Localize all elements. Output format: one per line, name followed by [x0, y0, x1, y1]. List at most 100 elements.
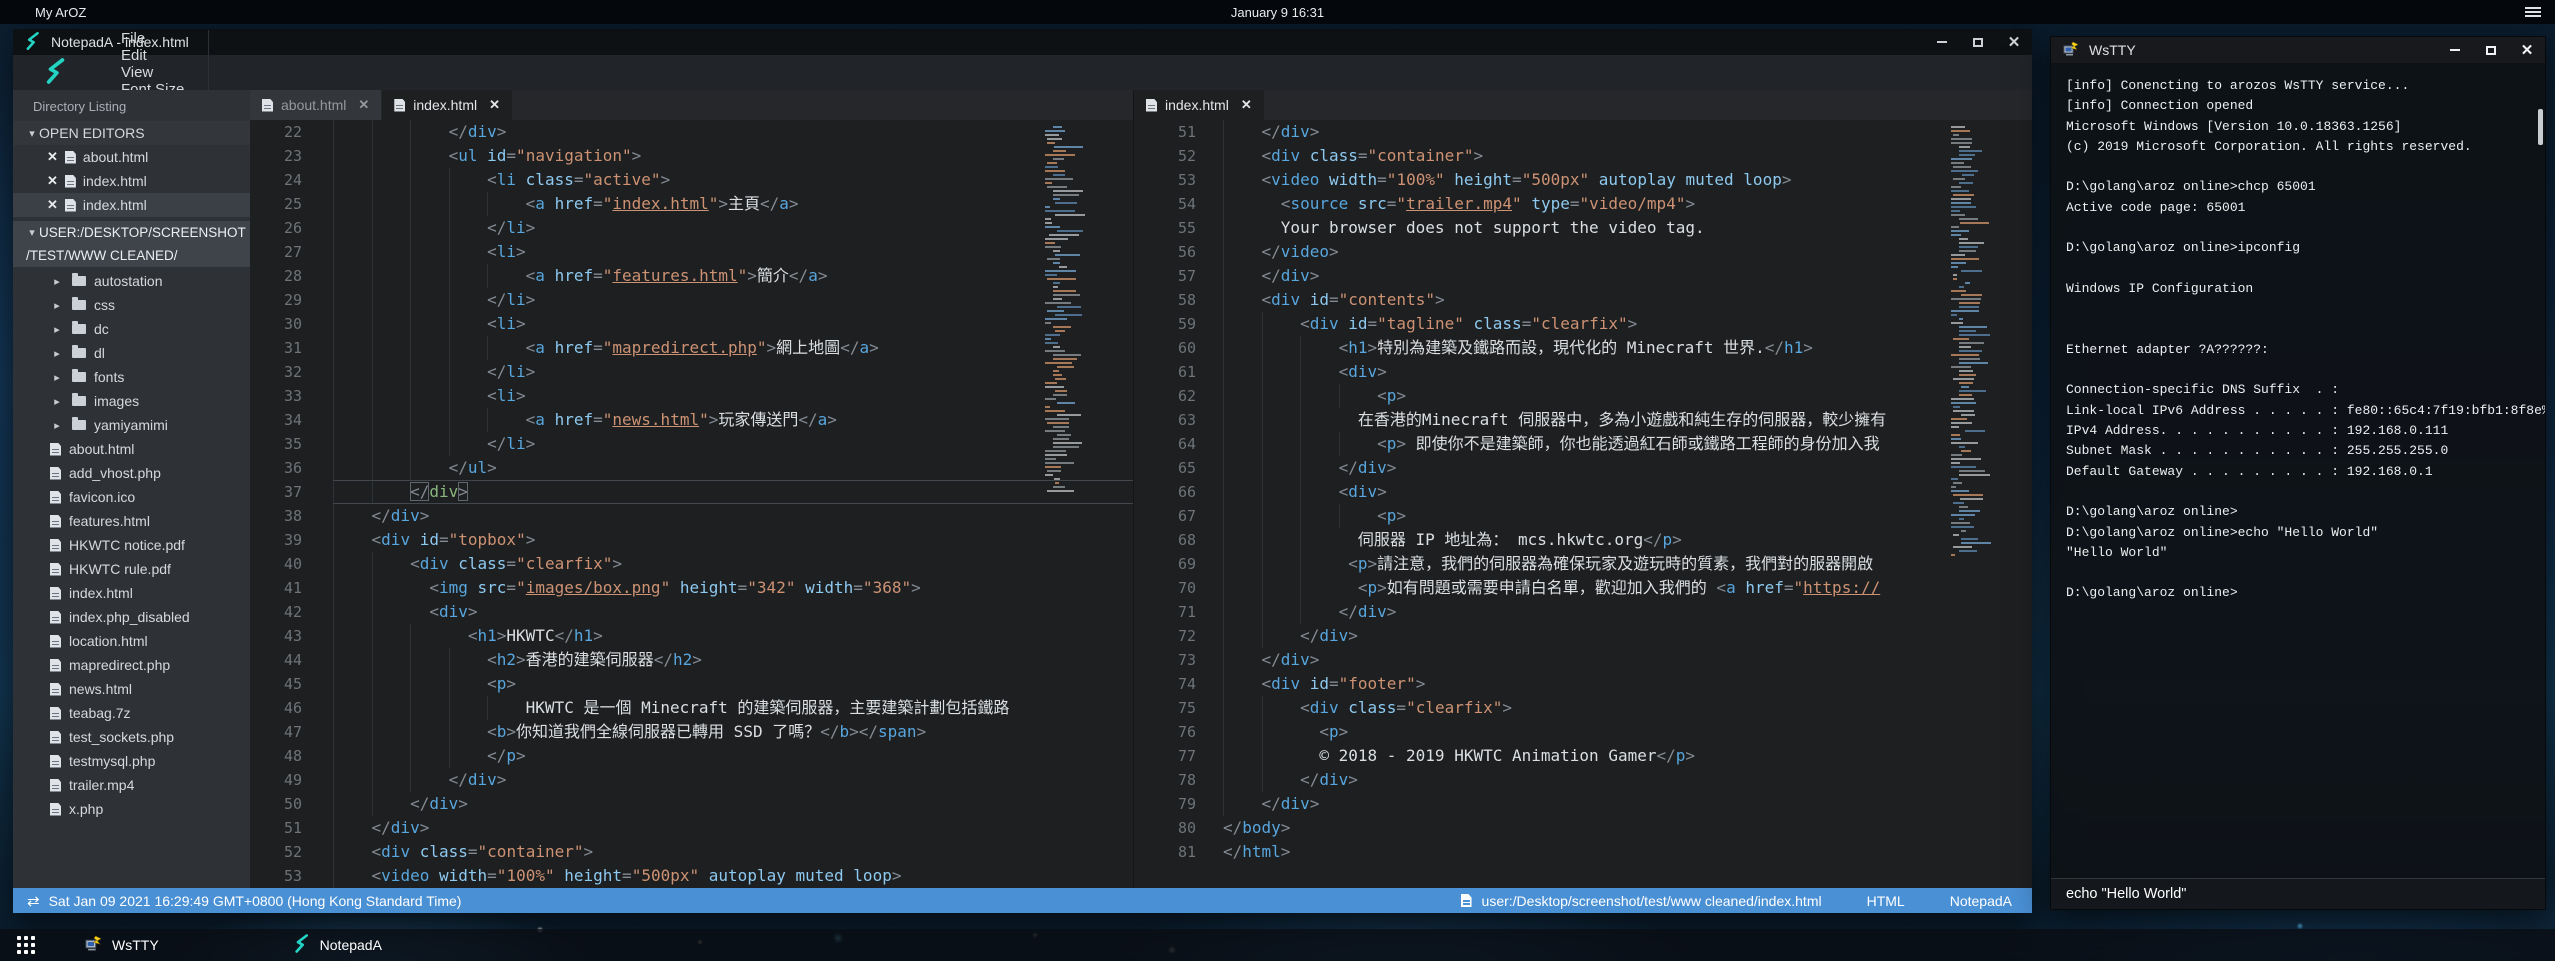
code-line[interactable]: </div> [333, 792, 1133, 816]
code-line[interactable]: <p>請注意，我們的伺服器為確保玩家及遊玩時的質素，我們對的服器開啟 [1223, 552, 2032, 576]
notepad-titlebar[interactable]: NotepadA - index.html ✕ [13, 29, 2032, 55]
code-line[interactable]: 在香港的Minecraft 伺服器中，多為小遊戲和純生存的伺服器，較少擁有 [1223, 408, 2032, 432]
file-item[interactable]: test_sockets.php [13, 725, 250, 749]
code-line[interactable]: </div> [1223, 648, 2032, 672]
tab-close-icon[interactable]: ✕ [358, 97, 369, 113]
file-item[interactable]: mapredirect.php [13, 653, 250, 677]
maximize-button[interactable] [1960, 29, 1996, 55]
code-line[interactable]: <p> 即使你不是建築師，你也能透過紅石師或鐵路工程師的身份加入我 [1223, 432, 2032, 456]
code-line[interactable]: </div> [1223, 792, 2032, 816]
code-line[interactable]: <p>如有問題或需要申請白名單，歡迎加入我們的 <a href="https:/… [1223, 576, 2032, 600]
code-line[interactable]: HKWTC 是一個 Minecraft 的建築伺服器，主要建築計劃包括鐵路 [333, 696, 1133, 720]
close-icon[interactable]: ✕ [47, 149, 58, 165]
code-line[interactable]: </div> [1223, 768, 2032, 792]
code-line[interactable]: <div class="clearfix"> [1223, 696, 2032, 720]
file-item[interactable]: location.html [13, 629, 250, 653]
code-line[interactable]: <b>你知道我們全線伺服器已轉用 SSD 了嗎？</b></span> [333, 720, 1133, 744]
folder-item[interactable]: ▸ images [13, 389, 250, 413]
code-line[interactable]: </div> [333, 504, 1133, 528]
terminal-scrollbar[interactable] [2538, 109, 2543, 145]
file-item[interactable]: testmysql.php [13, 749, 250, 773]
open-editors-section[interactable]: ▾ OPEN EDITORS [13, 121, 250, 145]
maximize-button[interactable] [2473, 37, 2509, 63]
tab-index.html[interactable]: index.html✕ [1134, 90, 1264, 120]
code-line[interactable]: </li> [333, 288, 1133, 312]
code-line[interactable]: </html> [1223, 840, 2032, 864]
code-line[interactable]: </video> [1223, 240, 2032, 264]
file-item[interactable]: about.html [13, 437, 250, 461]
file-item[interactable]: HKWTC notice.pdf [13, 533, 250, 557]
code-line[interactable]: </div> [1223, 264, 2032, 288]
code-line[interactable]: </ul> [333, 456, 1133, 480]
editor-right[interactable]: 5152535455565758596061626364656667686970… [1134, 120, 2032, 888]
file-item[interactable]: favicon.ico [13, 485, 250, 509]
folder-item[interactable]: ▸ css [13, 293, 250, 317]
code-line[interactable]: </li> [333, 432, 1133, 456]
folder-item[interactable]: ▸ dc [13, 317, 250, 341]
file-item[interactable]: index.html [13, 581, 250, 605]
minimap[interactable] [1045, 124, 1090, 524]
minimize-button[interactable] [2437, 37, 2473, 63]
code-line[interactable]: <h1>HKWTC</h1> [333, 624, 1133, 648]
code-line[interactable]: <div> [333, 600, 1133, 624]
code-line[interactable]: <div id="contents"> [1223, 288, 2032, 312]
chevron-right-icon[interactable]: ▸ [50, 371, 64, 384]
wstty-titlebar[interactable]: WsTTY ✕ [2051, 37, 2545, 63]
open-editor-item[interactable]: ✕index.html [13, 169, 250, 193]
chevron-right-icon[interactable]: ▸ [50, 419, 64, 432]
code-line[interactable]: <p> [1223, 720, 2032, 744]
code-line[interactable]: <div id="topbox"> [333, 528, 1133, 552]
taskbar-item-notepada[interactable]: NotepadA [284, 929, 392, 961]
tab-close-icon[interactable]: ✕ [1241, 97, 1252, 113]
root-folder-header-line2[interactable]: /TEST/WWW CLEANED/ [13, 244, 250, 267]
folder-item[interactable]: ▸ fonts [13, 365, 250, 389]
code-line[interactable]: <p> [333, 672, 1133, 696]
tab-close-icon[interactable]: ✕ [489, 97, 500, 113]
close-icon[interactable]: ✕ [47, 173, 58, 189]
tab-about.html[interactable]: about.html✕ [250, 90, 381, 120]
file-item[interactable]: teabag.7z [13, 701, 250, 725]
code-line[interactable]: © 2018 - 2019 HKWTC Animation Gamer</p> [1223, 744, 2032, 768]
folder-item[interactable]: ▸ autostation [13, 269, 250, 293]
root-folder-header[interactable]: ▾ USER:/DESKTOP/SCREENSHOT [13, 221, 250, 244]
code-line[interactable]: <div> [1223, 480, 2032, 504]
code-line[interactable]: <div> [1223, 360, 2032, 384]
code-line[interactable]: <source src="trailer.mp4" type="video/mp… [1223, 192, 2032, 216]
system-menu-button[interactable]: My ArOZ [35, 5, 86, 20]
code-area[interactable]: </div><ul id="navigation"><li class="act… [333, 120, 1133, 888]
code-line[interactable]: Your browser does not support the video … [1223, 216, 2032, 240]
file-item[interactable]: add_vhost.php [13, 461, 250, 485]
chevron-right-icon[interactable]: ▸ [50, 347, 64, 360]
code-line[interactable]: </div> [333, 768, 1133, 792]
close-button[interactable]: ✕ [2509, 37, 2545, 63]
code-line[interactable]: <div class="container"> [333, 840, 1133, 864]
code-line[interactable]: </body> [1223, 816, 2032, 840]
menu-item[interactable]: File [97, 30, 209, 47]
code-line[interactable]: <div id="footer"> [1223, 672, 2032, 696]
code-line[interactable]: </div> [1223, 456, 2032, 480]
taskbar-item-wstty[interactable]: WsTTY [75, 929, 169, 961]
chevron-right-icon[interactable]: ▸ [50, 323, 64, 336]
code-line[interactable]: <div class="container"> [1223, 144, 2032, 168]
chevron-right-icon[interactable]: ▸ [50, 299, 64, 312]
code-line[interactable]: <li> [333, 312, 1133, 336]
code-line[interactable]: <p> [1223, 384, 2032, 408]
chevron-right-icon[interactable]: ▸ [50, 395, 64, 408]
code-line[interactable]: </div> [333, 480, 1133, 504]
chevron-right-icon[interactable]: ▸ [50, 275, 64, 288]
code-line[interactable]: <img src="images/box.png" height="342" w… [333, 576, 1133, 600]
code-line[interactable]: </div> [333, 120, 1133, 144]
status-language[interactable]: HTML [1867, 893, 1905, 909]
app-grid-icon[interactable] [17, 936, 35, 954]
file-item[interactable]: features.html [13, 509, 250, 533]
file-item[interactable]: news.html [13, 677, 250, 701]
code-line[interactable]: <div class="clearfix"> [333, 552, 1133, 576]
file-item[interactable]: x.php [13, 797, 250, 821]
code-line[interactable]: </div> [1223, 120, 2032, 144]
close-icon[interactable]: ✕ [47, 197, 58, 213]
code-line[interactable]: <div id="tagline" class="clearfix"> [1223, 312, 2032, 336]
terminal-output[interactable]: [info] Conencting to arozos WsTTY servic… [2051, 63, 2545, 878]
code-line[interactable]: <h2>香港的建築伺服器</h2> [333, 648, 1133, 672]
code-area[interactable]: </div><div class="container"><video widt… [1223, 120, 2032, 888]
code-line[interactable]: <li> [333, 384, 1133, 408]
